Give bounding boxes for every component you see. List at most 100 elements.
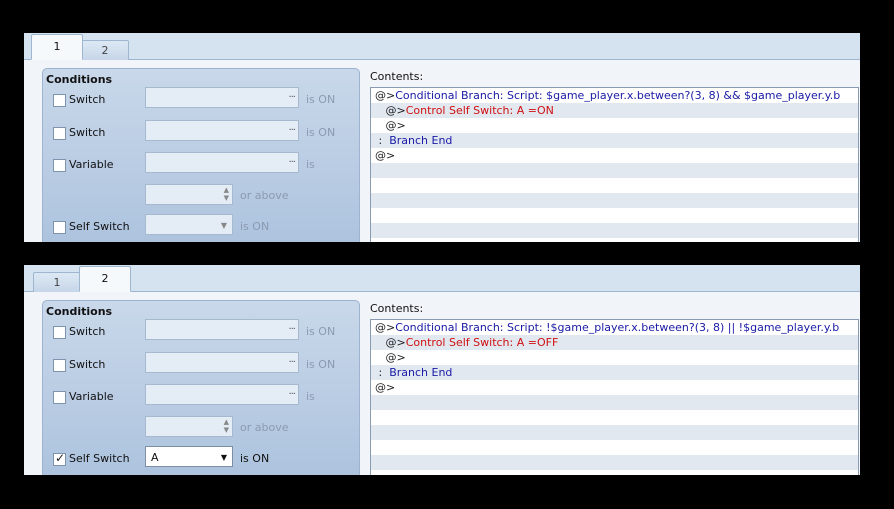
empty-line[interactable]: [371, 193, 858, 208]
event-command-list[interactable]: @>Conditional Branch: Script: !$game_pla…: [370, 319, 859, 475]
switch1-checkbox[interactable]: [53, 326, 66, 339]
page-body: Conditions Switch ··· is ON Switch ··· is ON Va…: [24, 292, 860, 475]
switch1-label: Switch: [69, 325, 106, 338]
empty-line[interactable]: [371, 470, 858, 475]
condition-row-switch2: Switch ··· is ON: [53, 352, 353, 377]
self-switch-checkbox[interactable]: [53, 221, 66, 234]
condition-row-switch2: Switch ··· is ON: [53, 120, 353, 145]
empty-line[interactable]: [371, 238, 858, 242]
variable-above-label: or above: [240, 421, 289, 434]
condition-row-variable: Variable ··· is: [53, 152, 353, 177]
self-switch-checkbox[interactable]: ✓: [53, 451, 66, 466]
command-prefix: @>: [375, 149, 396, 162]
variable-label: Variable: [69, 390, 114, 403]
switch1-selector[interactable]: ···: [145, 319, 299, 340]
switch2-selector[interactable]: ···: [145, 120, 299, 141]
command-prefix: @>: [375, 351, 406, 364]
switch2-checkbox[interactable]: [53, 127, 66, 140]
condition-row-switch1: Switch ··· is ON: [53, 319, 353, 344]
checkmark-icon: ✓: [55, 451, 66, 465]
variable-value-spinner[interactable]: ▲ ▼: [145, 416, 233, 437]
command-prefix: @>: [375, 321, 396, 334]
variable-selector[interactable]: ···: [145, 152, 299, 173]
command-prefix: @>: [375, 119, 406, 132]
variable-value-row: ▲ ▼ or above: [53, 184, 353, 206]
empty-line[interactable]: [371, 178, 858, 193]
self-switch-suffix: is ON: [240, 220, 270, 233]
variable-selector[interactable]: ···: [145, 384, 299, 405]
ellipsis-icon: ···: [288, 357, 295, 368]
self-switch-label: Self Switch: [69, 452, 130, 465]
empty-line[interactable]: [371, 440, 858, 455]
contents-label: Contents:: [370, 70, 424, 83]
tab-page-2[interactable]: 2: [81, 40, 129, 60]
command-prefix: :: [375, 134, 390, 147]
command-line[interactable]: @>: [371, 350, 858, 365]
switch2-label: Switch: [69, 126, 106, 139]
empty-line[interactable]: [371, 455, 858, 470]
variable-checkbox[interactable]: [53, 391, 66, 404]
self-switch-dropdown[interactable]: ▼: [145, 214, 233, 235]
conditions-title: Conditions: [46, 305, 113, 318]
command-line[interactable]: @>: [371, 118, 858, 133]
conditions-group: Conditions Switch ··· is ON Switch ··· is ON Va…: [42, 300, 360, 475]
chevron-down-icon: ▼: [220, 453, 227, 462]
command-text: Conditional Branch: Script: !$game_playe…: [395, 321, 840, 334]
variable-value-spinner[interactable]: ▲ ▼: [145, 184, 233, 205]
command-line[interactable]: @>Conditional Branch: Script: !$game_pla…: [371, 320, 858, 335]
spinner-arrows-icon: ▲ ▼: [223, 418, 229, 434]
switch1-checkbox[interactable]: [53, 94, 66, 107]
switch1-label: Switch: [69, 93, 106, 106]
switch2-checkbox[interactable]: [53, 359, 66, 372]
tab-page-1[interactable]: 1: [33, 272, 81, 292]
condition-row-variable: Variable ··· is: [53, 384, 353, 409]
variable-above-label: or above: [240, 189, 289, 202]
variable-checkbox[interactable]: [53, 159, 66, 172]
variable-suffix: is: [306, 390, 315, 403]
ellipsis-icon: ···: [288, 324, 295, 335]
command-text: Branch End: [389, 366, 453, 379]
empty-line[interactable]: [371, 410, 858, 425]
switch2-selector[interactable]: ···: [145, 352, 299, 373]
command-prefix: :: [375, 366, 390, 379]
command-line[interactable]: @>Conditional Branch: Script: $game_play…: [371, 88, 858, 103]
command-line[interactable]: @>: [371, 148, 858, 163]
switch1-suffix: is ON: [306, 93, 336, 106]
switch2-suffix: is ON: [306, 358, 336, 371]
switch1-selector[interactable]: ···: [145, 87, 299, 108]
command-text: Branch End: [389, 134, 453, 147]
command-text: Control Self Switch: A =OFF: [405, 336, 559, 349]
switch1-suffix: is ON: [306, 325, 336, 338]
empty-line[interactable]: [371, 223, 858, 238]
variable-suffix: is: [306, 158, 315, 171]
empty-line[interactable]: [371, 425, 858, 440]
tab-page-1[interactable]: 1: [31, 34, 83, 60]
empty-line[interactable]: [371, 208, 858, 223]
command-line[interactable]: @>Control Self Switch: A =OFF: [371, 335, 858, 350]
variable-value-row: ▲ ▼ or above: [53, 416, 353, 438]
ellipsis-icon: ···: [288, 92, 295, 103]
command-prefix: @>: [375, 89, 396, 102]
command-prefix: @>: [375, 336, 406, 349]
command-line[interactable]: @>Control Self Switch: A =ON: [371, 103, 858, 118]
command-line[interactable]: @>: [371, 380, 858, 395]
spinner-arrows-icon: ▲ ▼: [223, 186, 229, 202]
switch2-label: Switch: [69, 358, 106, 371]
event-page-editor-2: 1 2 Conditions Switch ··· is ON Switch ··· is ON…: [24, 265, 860, 475]
tab-page-2[interactable]: 2: [79, 266, 131, 292]
condition-row-self-switch: ✓ Self Switch A ▼ is ON: [53, 446, 353, 471]
event-command-list[interactable]: @>Conditional Branch: Script: $game_play…: [370, 87, 859, 242]
command-text: Conditional Branch: Script: $game_player…: [395, 89, 841, 102]
self-switch-value: A: [151, 451, 159, 464]
condition-row-switch1: Switch ··· is ON: [53, 87, 353, 112]
page-body: Conditions Switch ··· is ON Switch ··· is ON Va…: [24, 60, 860, 242]
ellipsis-icon: ···: [288, 157, 295, 168]
self-switch-dropdown[interactable]: A ▼: [145, 446, 233, 467]
command-line[interactable]: : Branch End: [371, 365, 858, 380]
condition-row-self-switch: Self Switch ▼ is ON: [53, 214, 353, 239]
command-line[interactable]: : Branch End: [371, 133, 858, 148]
switch2-suffix: is ON: [306, 126, 336, 139]
empty-line[interactable]: [371, 395, 858, 410]
page-tab-strip: 12: [24, 265, 860, 292]
empty-line[interactable]: [371, 163, 858, 178]
